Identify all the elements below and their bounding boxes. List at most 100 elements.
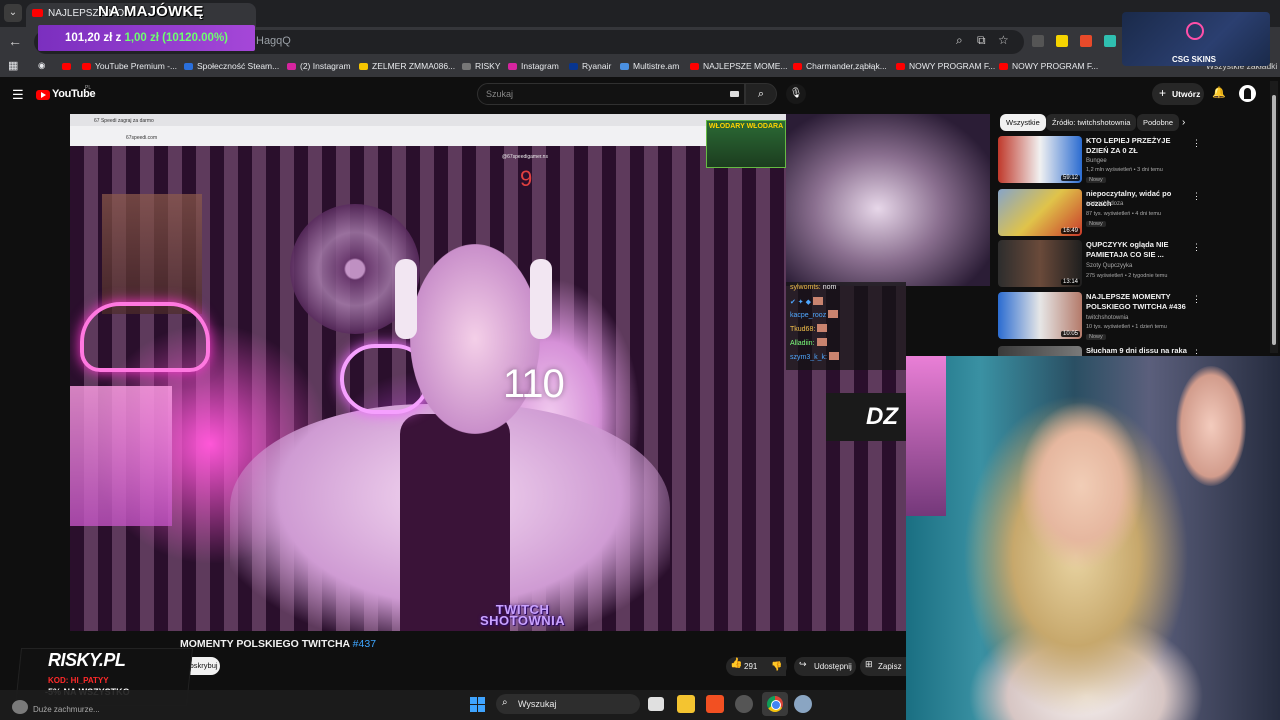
notifications-bell-icon[interactable]: 🔔 — [1212, 86, 1226, 99]
search-input[interactable]: Szukaj — [477, 83, 745, 105]
windows-start-icon[interactable] — [470, 697, 485, 712]
video-thumbnail[interactable]: 16:49 — [998, 189, 1082, 236]
channel-name[interactable]: Szoty Qupczyyka — [1086, 263, 1132, 269]
chip-all[interactable]: Wszystkie — [1000, 114, 1046, 131]
video-hashtag[interactable]: #437 — [353, 638, 376, 650]
settings-gear-icon[interactable] — [794, 695, 812, 713]
chrome-icon[interactable] — [767, 696, 783, 712]
extension-icon[interactable] — [1032, 35, 1044, 47]
instagram-icon — [508, 63, 517, 70]
bookmark-item[interactable]: NAJLEPSZE MOME... — [690, 61, 788, 71]
taskbar-search[interactable]: Wyszukaj — [496, 694, 640, 714]
video-thumbnail[interactable]: 10:05 — [998, 292, 1082, 339]
promo-text-right: 1,00 zł (10120.00%) — [124, 32, 229, 44]
store-icon[interactable] — [706, 695, 724, 713]
bookmark-item[interactable]: Multistre.am — [620, 61, 679, 71]
recommendation-title[interactable]: NAJLEPSZE MOMENTY POLSKIEGO TWITCHA #436 — [1086, 292, 1190, 312]
hamburger-menu-icon[interactable]: ☰ — [12, 87, 24, 103]
dislike-button[interactable]: 👎 — [767, 657, 787, 676]
dz-logo: DZ — [826, 393, 906, 441]
bookmark-item[interactable]: NOWY PROGRAM F... — [999, 61, 1098, 71]
recommendation-item[interactable]: 13:14 QUPCZYYK ogląda NIE PAMIETAJA CO S… — [998, 240, 1201, 290]
apps-grid-icon[interactable]: ▦ — [8, 59, 18, 72]
bookmark-item[interactable]: Społeczność Steam... — [184, 61, 279, 71]
embedded-url: 67speedi.com — [126, 135, 158, 141]
bookmark-item[interactable]: (2) Instagram — [287, 61, 351, 71]
new-badge: Nowy — [1086, 221, 1106, 227]
file-explorer-icon[interactable] — [677, 695, 695, 713]
recommendation-item[interactable]: 10:05 NAJLEPSZE MOMENTY POLSKIEGO TWITCH… — [998, 292, 1201, 342]
steam-icon — [184, 63, 193, 70]
search-placeholder: Szukaj — [486, 89, 514, 99]
chat-message: Alladiin: — [790, 338, 827, 347]
bookmark-label: (2) Instagram — [300, 61, 351, 71]
recommendation-title[interactable]: QUPCZYYK ogląda NIE PAMIETAJA CO SIE ... — [1086, 240, 1190, 260]
like-count: 291 — [744, 662, 758, 671]
bookmark-item[interactable]: Ryanair — [569, 61, 611, 71]
extension-icon[interactable] — [1056, 35, 1068, 47]
pc-case — [70, 386, 172, 526]
start-tile — [470, 705, 477, 712]
channel-name[interactable]: samochodoza — [1086, 201, 1123, 207]
keyboard-icon[interactable] — [730, 91, 739, 97]
bookmark-label: Ryanair — [582, 61, 612, 71]
csgo-skins-label: CSG SKINS — [1172, 55, 1217, 64]
avatar[interactable] — [1239, 85, 1256, 102]
bookmark-label: NOWY PROGRAM F... — [1012, 61, 1099, 71]
emote-icon — [816, 338, 827, 346]
cast-icon[interactable]: ⧉ — [977, 33, 986, 48]
duration-badge: 59:12 — [1060, 175, 1080, 181]
zoom-icon[interactable]: ⌕ — [956, 33, 963, 48]
video-title: MOMENTY POLSKIEGO TWITCHA #437 — [180, 638, 376, 650]
chat-user: Alladiin: — [790, 340, 815, 347]
bookmark-item[interactable]: Charmander,ząbłąk... — [793, 61, 887, 71]
channel-name[interactable]: Bungee — [1086, 158, 1107, 164]
recommendation-title[interactable]: Słucham 9 dni dissu na raka — [1086, 346, 1190, 356]
bookmark-label: NOWY PROGRAM F... — [909, 61, 996, 71]
more-options-icon[interactable]: ⋮ — [1192, 348, 1198, 356]
badge-icon: ✔ ✦ ◆ — [790, 299, 812, 306]
search-button[interactable]: ⌕ — [745, 83, 777, 105]
video-thumbnail[interactable]: 59:12 — [998, 136, 1082, 183]
task-view-icon[interactable] — [648, 697, 664, 711]
recommendation-item[interactable]: 16:49 niepoczytalny, widać po oczach sam… — [998, 189, 1201, 239]
youtube-country-code: PL — [85, 85, 92, 91]
channel-name[interactable]: twitchshotownia — [1086, 315, 1128, 321]
balance-promo-banner: 101,20 zł z 1,00 zł (10120.00%) — [38, 25, 255, 51]
more-options-icon[interactable]: ⋮ — [1192, 191, 1201, 202]
extension-icon[interactable] — [1080, 35, 1092, 47]
scrollbar-thumb[interactable] — [1272, 95, 1276, 345]
more-options-icon[interactable]: ⋮ — [1192, 138, 1201, 149]
chip-similar[interactable]: Podobne — [1137, 114, 1180, 131]
duration-badge: 16:49 — [1060, 228, 1080, 234]
weather-icon[interactable] — [12, 700, 28, 714]
video-player[interactable]: 67 Speedi zagraj za darmo 67speedi.com @… — [70, 114, 906, 631]
tab-search-button[interactable]: ⌄ — [4, 4, 22, 22]
youtube-logo-icon[interactable] — [36, 90, 50, 100]
bookmark-item[interactable]: YouTube Premium -... — [82, 61, 177, 71]
bookmark-item[interactable]: RISKY — [462, 61, 501, 71]
recommendation-title[interactable]: KTO LEPIEJ PRZEŻYJE DZIEŃ ZA 0 ZŁ — [1086, 136, 1190, 156]
recommendation-item[interactable]: Słucham 9 dni dissu na raka ⋮ — [998, 346, 1198, 356]
bookmark-item[interactable]: Instagram — [508, 61, 559, 71]
weather-text[interactable]: Duże zachmurze... — [33, 705, 100, 714]
more-options-icon[interactable]: ⋮ — [1192, 242, 1201, 253]
more-options-icon[interactable]: ⋮ — [1192, 294, 1201, 305]
bookmark-youtube-icon[interactable] — [62, 61, 75, 71]
video-thumbnail[interactable] — [998, 346, 1082, 356]
chip-source[interactable]: Źródło: twitchshotownia — [1046, 114, 1137, 131]
chevron-right-icon[interactable]: › — [1182, 117, 1185, 128]
chrome-web-icon[interactable]: ◉ — [38, 60, 45, 71]
back-arrow-icon[interactable]: ← — [8, 33, 22, 49]
raised-hand — [1176, 366, 1246, 486]
headphones-right — [530, 259, 552, 339]
bookmark-item[interactable]: NOWY PROGRAM F... — [896, 61, 995, 71]
extension-icon[interactable] — [1104, 35, 1116, 47]
recommendation-item[interactable]: 59:12 KTO LEPIEJ PRZEŻYJE DZIEŃ ZA 0 ZŁ … — [998, 136, 1201, 186]
bookmark-star-icon[interactable]: ☆ — [998, 33, 1009, 47]
app-icon[interactable] — [735, 695, 753, 713]
bookmark-item[interactable]: ZELMER ZMMA086... — [359, 61, 455, 71]
video-thumbnail[interactable]: 13:14 — [998, 240, 1082, 287]
chat-text: nom — [822, 284, 837, 291]
voice-search-icon[interactable]: 🎙 — [786, 84, 806, 104]
